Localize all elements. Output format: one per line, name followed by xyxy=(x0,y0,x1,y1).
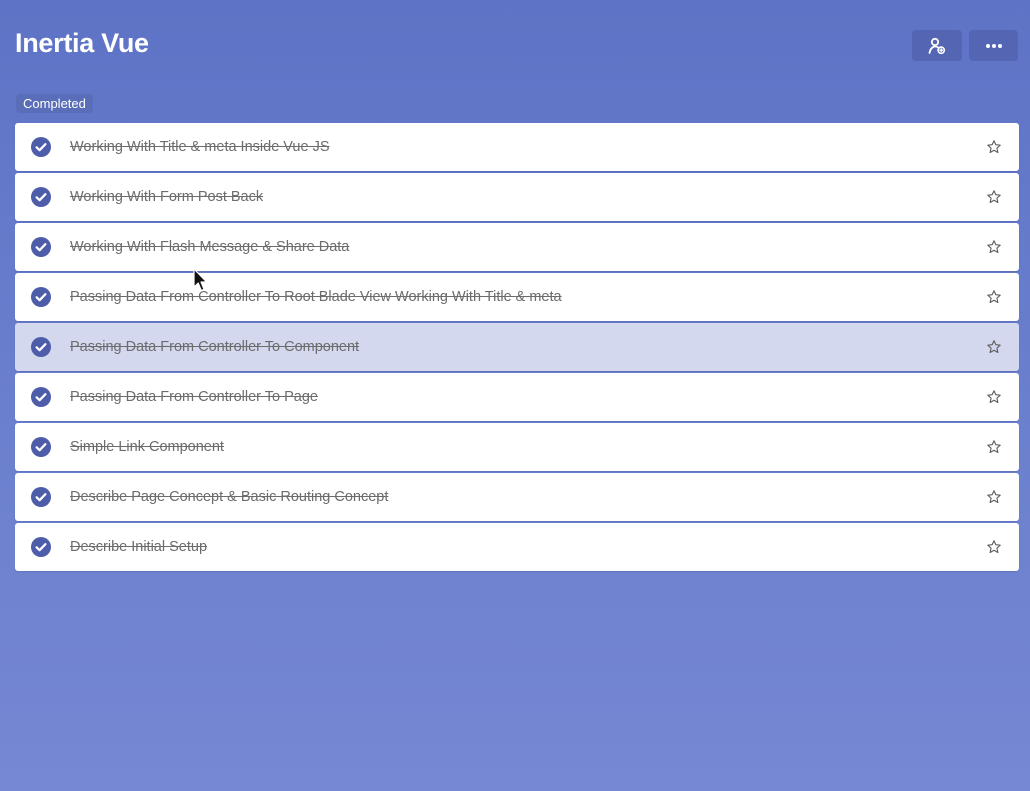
task-row[interactable]: Working With Form Post Back xyxy=(15,173,1019,221)
task-row[interactable]: Passing Data From Controller To Root Bla… xyxy=(15,273,1019,321)
task-title[interactable]: Working With Title & meta Inside Vue JS xyxy=(70,123,330,171)
completed-check-icon[interactable] xyxy=(31,487,51,507)
task-row[interactable]: Describe Page Concept & Basic Routing Co… xyxy=(15,473,1019,521)
task-row[interactable]: Describe Initial Setup xyxy=(15,523,1019,571)
star-icon[interactable] xyxy=(986,189,1002,205)
task-row[interactable]: Simple Link Component xyxy=(15,423,1019,471)
task-row[interactable]: Passing Data From Controller To Componen… xyxy=(15,323,1019,371)
star-icon[interactable] xyxy=(986,239,1002,255)
task-row[interactable]: Working With Title & meta Inside Vue JS xyxy=(15,123,1019,171)
star-icon[interactable] xyxy=(986,439,1002,455)
completed-check-icon[interactable] xyxy=(31,187,51,207)
task-title[interactable]: Working With Flash Message & Share Data xyxy=(70,223,349,271)
completed-section-label[interactable]: Completed xyxy=(16,94,93,113)
ellipsis-icon xyxy=(985,43,1002,48)
task-title[interactable]: Passing Data From Controller To Root Bla… xyxy=(70,273,562,321)
completed-check-icon[interactable] xyxy=(31,337,51,357)
task-title[interactable]: Passing Data From Controller To Page xyxy=(70,373,318,421)
mouse-cursor-icon xyxy=(193,268,208,292)
task-row[interactable]: Working With Flash Message & Share Data xyxy=(15,223,1019,271)
completed-check-icon[interactable] xyxy=(31,387,51,407)
completed-check-icon[interactable] xyxy=(31,537,51,557)
task-title[interactable]: Describe Initial Setup xyxy=(70,523,207,571)
completed-task-list: Working With Title & meta Inside Vue JS … xyxy=(15,123,1019,573)
share-list-button[interactable] xyxy=(912,30,962,61)
task-title[interactable]: Passing Data From Controller To Componen… xyxy=(70,323,359,371)
task-title[interactable]: Working With Form Post Back xyxy=(70,173,263,221)
task-title[interactable]: Describe Page Concept & Basic Routing Co… xyxy=(70,473,388,521)
star-icon[interactable] xyxy=(986,139,1002,155)
completed-check-icon[interactable] xyxy=(31,437,51,457)
star-icon[interactable] xyxy=(986,539,1002,555)
star-icon[interactable] xyxy=(986,289,1002,305)
task-title[interactable]: Simple Link Component xyxy=(70,423,224,471)
star-icon[interactable] xyxy=(986,489,1002,505)
completed-check-icon[interactable] xyxy=(31,287,51,307)
star-icon[interactable] xyxy=(986,389,1002,405)
completed-check-icon[interactable] xyxy=(31,237,51,257)
completed-check-icon[interactable] xyxy=(31,137,51,157)
task-row[interactable]: Passing Data From Controller To Page xyxy=(15,373,1019,421)
star-icon[interactable] xyxy=(986,339,1002,355)
more-options-button[interactable] xyxy=(969,30,1018,61)
person-share-icon xyxy=(928,37,946,54)
page-title: Inertia Vue xyxy=(15,28,149,58)
